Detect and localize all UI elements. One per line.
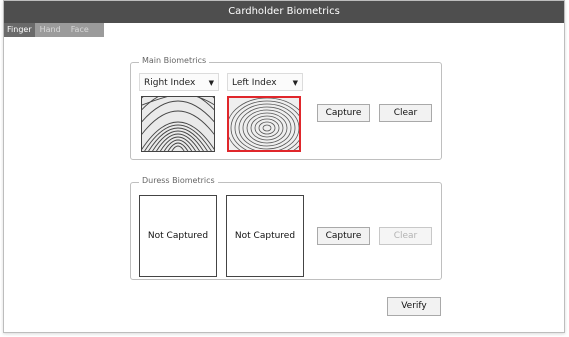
- main-biometrics-label: Main Biometrics: [139, 56, 210, 65]
- main-biometrics-group: Main Biometrics Right Index ▼ Left Index…: [130, 56, 442, 160]
- clear-button[interactable]: Clear: [379, 104, 432, 122]
- tab-bar: Finger Hand Face: [4, 23, 104, 37]
- duress-clear-button[interactable]: Clear: [379, 227, 432, 245]
- duress-finger-1-box[interactable]: Not Captured: [139, 195, 217, 277]
- dialog-window: Cardholder Biometrics Finger Hand Face M…: [3, 0, 565, 333]
- duress-biometrics-group: Duress Biometrics Not Captured Not Captu…: [130, 176, 442, 280]
- duress-finger-2-status: Not Captured: [234, 231, 296, 241]
- duress-capture-button[interactable]: Capture: [317, 227, 370, 245]
- fingerprint-image: [142, 97, 214, 151]
- fingerprint-image: [229, 98, 299, 150]
- capture-button[interactable]: Capture: [317, 104, 370, 122]
- duress-finger-1-status: Not Captured: [147, 231, 209, 241]
- duress-biometrics-label: Duress Biometrics: [139, 176, 218, 185]
- verify-button[interactable]: Verify: [387, 297, 441, 316]
- left-finger-select[interactable]: Left Index ▼: [227, 73, 303, 91]
- title-bar: Cardholder Biometrics: [4, 1, 564, 23]
- right-finger-select[interactable]: Right Index ▼: [139, 73, 219, 91]
- right-finger-select-value: Right Index: [144, 78, 196, 88]
- window-title: Cardholder Biometrics: [228, 6, 340, 17]
- left-index-fingerprint[interactable]: [227, 96, 301, 152]
- right-index-fingerprint[interactable]: [141, 96, 215, 152]
- chevron-down-icon: ▼: [292, 79, 298, 87]
- tab-finger[interactable]: Finger: [4, 23, 35, 37]
- left-finger-select-value: Left Index: [232, 78, 277, 88]
- tab-face[interactable]: Face: [66, 23, 94, 37]
- duress-finger-2-box[interactable]: Not Captured: [226, 195, 304, 277]
- tab-hand[interactable]: Hand: [35, 23, 66, 37]
- chevron-down-icon: ▼: [208, 79, 214, 87]
